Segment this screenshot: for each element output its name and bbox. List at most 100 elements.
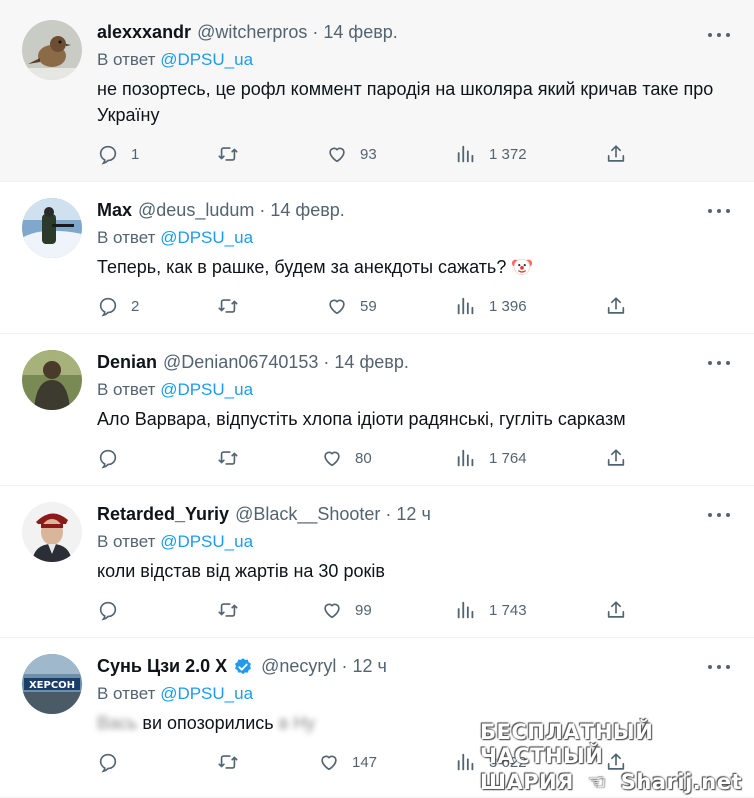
retweet-icon: [218, 603, 238, 617]
share-icon: [607, 753, 625, 770]
display-name[interactable]: alexxxandr: [97, 22, 191, 43]
retweet-button[interactable]: [217, 143, 251, 165]
action-bar: 147 3 622: [97, 751, 637, 775]
timestamp[interactable]: 12 ч: [396, 504, 430, 525]
retweet-icon: [218, 755, 238, 769]
more-icon[interactable]: [708, 662, 730, 672]
more-icon[interactable]: [708, 206, 730, 216]
display-name[interactable]: Сунь Цзи 2.0 Х: [97, 656, 227, 677]
share-button[interactable]: [605, 751, 627, 773]
tweet-header: alexxxandr @witcherpros · 14 февр.: [97, 22, 398, 43]
share-button[interactable]: [605, 599, 627, 621]
like-button[interactable]: 59: [326, 295, 377, 317]
avatar[interactable]: [22, 350, 82, 410]
timestamp[interactable]: 14 февр.: [323, 22, 397, 43]
user-handle[interactable]: @deus_ludum: [138, 200, 254, 221]
views-icon: [457, 449, 474, 467]
views-button[interactable]: 1 743: [455, 599, 527, 621]
share-icon: [607, 297, 625, 314]
avatar-image: [22, 502, 82, 562]
view-count: 3 622: [489, 753, 527, 771]
reply-to-link[interactable]: @DPSU_ua: [160, 50, 253, 69]
avatar[interactable]: [22, 20, 82, 80]
retweet-button[interactable]: [217, 295, 251, 317]
tweet[interactable]: Max @deus_ludum · 14 февр. В ответ @DPSU…: [0, 182, 754, 334]
avatar-image: [22, 198, 82, 258]
tweet-header: Denian @Denian06740153 · 14 февр.: [97, 352, 409, 373]
more-icon[interactable]: [708, 510, 730, 520]
tweet-header: Сунь Цзи 2.0 Х @necyryl · 12 ч: [97, 656, 387, 677]
user-handle[interactable]: @necyryl: [261, 656, 336, 677]
reply-button[interactable]: 2: [97, 295, 139, 317]
reply-prefix: В ответ: [97, 532, 156, 551]
tweet[interactable]: Retarded_Yuriy @Black__Shooter · 12 ч В …: [0, 486, 754, 638]
views-button[interactable]: 1 372: [455, 143, 527, 165]
avatar[interactable]: ХЕРСОН: [22, 654, 82, 714]
avatar-image: [22, 350, 82, 410]
views-button[interactable]: 1 764: [455, 447, 527, 469]
verified-icon: [235, 657, 252, 674]
like-button[interactable]: 93: [326, 143, 377, 165]
display-name[interactable]: Denian: [97, 352, 157, 373]
reply-button[interactable]: 1: [97, 143, 139, 165]
reply-context: В ответ @DPSU_ua: [97, 228, 253, 248]
like-button[interactable]: 99: [321, 599, 372, 621]
share-button[interactable]: [605, 143, 627, 165]
timestamp[interactable]: 12 ч: [352, 656, 386, 677]
tweet[interactable]: alexxxandr @witcherpros · 14 февр. В отв…: [0, 0, 754, 182]
reply-button[interactable]: [97, 447, 131, 469]
retweet-button[interactable]: [217, 447, 251, 469]
reply-icon: [99, 753, 117, 773]
views-button[interactable]: 3 622: [455, 751, 527, 773]
display-name[interactable]: Retarded_Yuriy: [97, 504, 229, 525]
share-button[interactable]: [605, 447, 627, 469]
reply-to-link[interactable]: @DPSU_ua: [160, 532, 253, 551]
view-count: 1 396: [489, 297, 527, 315]
reply-button[interactable]: [97, 599, 131, 621]
like-button[interactable]: 147: [318, 751, 377, 773]
reply-icon: [99, 449, 117, 469]
reply-icon: [99, 601, 117, 621]
more-icon[interactable]: [708, 30, 730, 40]
views-icon: [457, 145, 474, 163]
reply-context: В ответ @DPSU_ua: [97, 50, 253, 70]
reply-button[interactable]: [97, 751, 131, 773]
retweet-button[interactable]: [217, 751, 251, 773]
avatar-image: ХЕРСОН: [22, 654, 82, 714]
timestamp[interactable]: 14 февр.: [334, 352, 408, 373]
user-handle[interactable]: @witcherpros: [197, 22, 307, 43]
avatar[interactable]: [22, 198, 82, 258]
reply-to-link[interactable]: @DPSU_ua: [160, 228, 253, 247]
view-count: 1 743: [489, 601, 527, 619]
views-icon: [457, 601, 474, 619]
tweet-text: Ало Варвара, відпустіть хлопа ідіоти рад…: [97, 409, 626, 429]
reply-prefix: В ответ: [97, 684, 156, 703]
timestamp[interactable]: 14 февр.: [270, 200, 344, 221]
more-icon[interactable]: [708, 358, 730, 368]
separator-dot: ·: [341, 656, 348, 676]
retweet-button[interactable]: [217, 599, 251, 621]
tweet-header: Max @deus_ludum · 14 февр.: [97, 200, 345, 221]
tweet[interactable]: ХЕРСОН Сунь Цзи 2.0 Х @necyryl · 12 ч В …: [0, 638, 754, 798]
like-button[interactable]: 80: [321, 447, 372, 469]
reply-to-link[interactable]: @DPSU_ua: [160, 380, 253, 399]
user-handle[interactable]: @Denian06740153: [163, 352, 318, 373]
tweet-text-row: Вась ви опозорились в Ну: [97, 710, 717, 736]
share-icon: [607, 449, 625, 466]
avatar[interactable]: [22, 502, 82, 562]
separator-dot: ·: [312, 22, 319, 42]
share-icon: [607, 145, 625, 162]
like-icon: [321, 755, 337, 771]
display-name[interactable]: Max: [97, 200, 132, 221]
reply-to-link[interactable]: @DPSU_ua: [160, 684, 253, 703]
views-button[interactable]: 1 396: [455, 295, 527, 317]
like-icon: [324, 603, 340, 619]
blurred-text: в Ну: [278, 713, 316, 733]
share-button[interactable]: [605, 295, 627, 317]
user-handle[interactable]: @Black__Shooter: [235, 504, 380, 525]
tweet[interactable]: Denian @Denian06740153 · 14 февр. В отве…: [0, 334, 754, 486]
share-icon: [607, 601, 625, 618]
reply-feed: alexxxandr @witcherpros · 14 февр. В отв…: [0, 0, 754, 798]
action-bar: 2 59 1 396: [97, 295, 637, 319]
reply-icon: [99, 145, 117, 165]
